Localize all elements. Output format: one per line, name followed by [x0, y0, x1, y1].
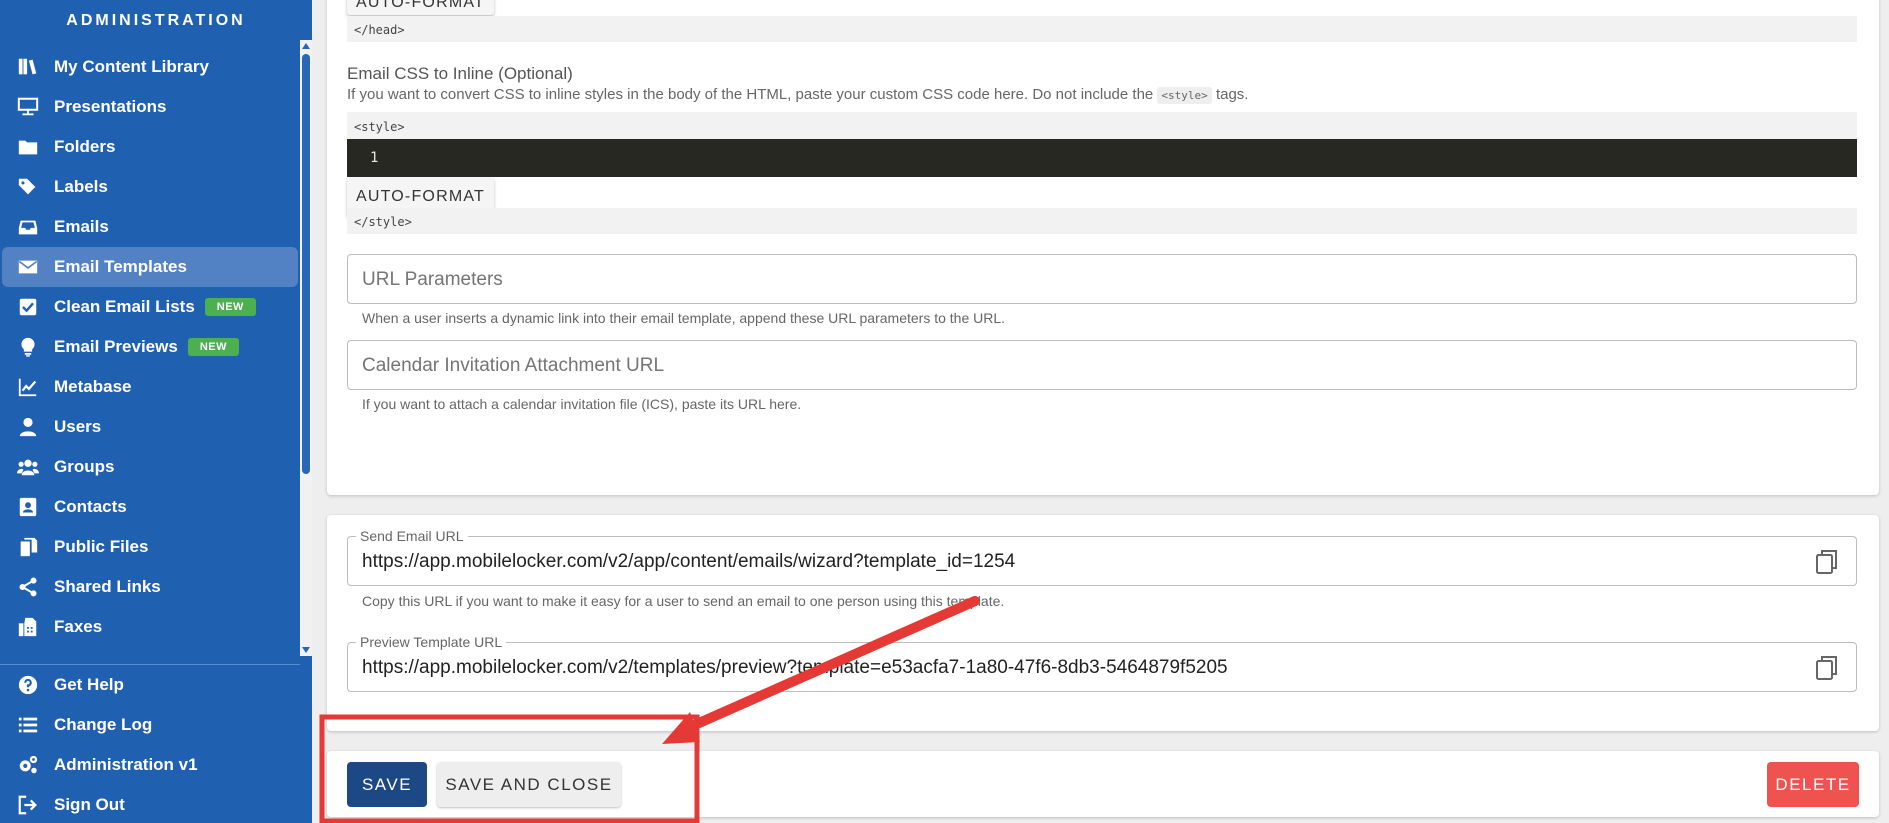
send-email-url-label: Send Email URL: [356, 528, 468, 544]
sidebar-item-email-templates[interactable]: Email Templates: [2, 247, 298, 287]
sidebar-item-label: Email Templates: [54, 257, 187, 276]
url-parameters-input[interactable]: URL Parameters: [347, 254, 1857, 304]
css-desc-text-after: tags.: [1215, 86, 1249, 103]
sign-out-icon: [14, 793, 42, 817]
sidebar-item-label: Contacts: [54, 497, 127, 516]
checkbox-icon: [14, 295, 42, 319]
sidebar-item-contacts[interactable]: Contacts: [2, 487, 298, 527]
main-content: AUTO-FORMAT </head> Email CSS to Inline …: [312, 0, 1889, 823]
preview-template-url-label: Preview Template URL: [356, 634, 507, 650]
preview-template-url-field[interactable]: Preview Template URL https://app.mobilel…: [347, 634, 1857, 692]
files-icon: [14, 535, 42, 559]
sidebar-item-faxes[interactable]: Faxes: [2, 607, 298, 647]
sidebar-header: ADMINISTRATION: [66, 12, 246, 29]
css-desc-code: <style>: [1157, 87, 1212, 104]
sidebar-item-groups[interactable]: Groups: [2, 447, 298, 487]
sidebar-item-label: Shared Links: [54, 577, 161, 596]
actions-bar: SAVE SAVE AND CLOSE DELETE: [327, 751, 1879, 817]
sidebar-item-label: Presentations: [54, 97, 167, 116]
send-email-url-field[interactable]: Send Email URL https://app.mobilelocker.…: [347, 528, 1857, 586]
send-email-url-value[interactable]: https://app.mobilelocker.com/v2/app/cont…: [362, 551, 1015, 573]
sidebar-item-label: Users: [54, 417, 102, 436]
tags-icon: [14, 175, 42, 199]
sidebar-item-my-content-library[interactable]: My Content Library: [2, 47, 298, 87]
sidebar-item-change-log[interactable]: Change Log: [2, 705, 298, 745]
sidebar-item-administration-v1[interactable]: Administration v1: [2, 745, 298, 785]
sidebar-item-get-help[interactable]: Get Help: [2, 665, 298, 705]
envelope-icon: [14, 255, 42, 279]
list-icon: [14, 713, 42, 737]
question-circle-icon: [14, 673, 42, 697]
users-icon: [14, 455, 42, 479]
presentation-icon: [14, 95, 42, 119]
css-code-editor[interactable]: 1: [347, 139, 1857, 177]
line-number: 1: [370, 150, 379, 166]
user-icon: [14, 415, 42, 439]
sidebar-item-sign-out[interactable]: Sign Out: [2, 785, 298, 823]
sidebar-item-label: Get Help: [54, 675, 124, 694]
calendar-url-input[interactable]: Calendar Invitation Attachment URL: [347, 340, 1857, 390]
calendar-url-hint: If you want to attach a calendar invitat…: [362, 396, 802, 412]
scroll-down-arrow-icon[interactable]: [302, 647, 310, 653]
sidebar-item-folders[interactable]: Folders: [2, 127, 298, 167]
sidebar-item-metabase[interactable]: Metabase: [2, 367, 298, 407]
sidebar-item-labels[interactable]: Labels: [2, 167, 298, 207]
sidebar-item-label: Public Files: [54, 537, 149, 556]
delete-button[interactable]: DELETE: [1767, 762, 1859, 807]
style-closing-tag: </style>: [347, 208, 1857, 234]
urls-card: Send Email URL https://app.mobilelocker.…: [327, 515, 1879, 731]
auto-format-head-button[interactable]: AUTO-FORMAT: [347, 0, 494, 15]
gears-icon: [14, 753, 42, 777]
sidebar-item-shared-links[interactable]: Shared Links: [2, 567, 298, 607]
style-opening-tag: <style>: [347, 112, 1857, 139]
css-section-title: Email CSS to Inline (Optional): [347, 64, 573, 83]
sidebar-scrollbar[interactable]: [300, 40, 312, 656]
copy-icon[interactable]: [1814, 548, 1842, 576]
template-code-card: AUTO-FORMAT </head> Email CSS to Inline …: [327, 0, 1879, 495]
contact-card-icon: [14, 495, 42, 519]
scroll-up-arrow-icon[interactable]: [302, 43, 310, 49]
css-section-desc: If you want to convert CSS to inline sty…: [347, 86, 1249, 104]
inbox-icon: [14, 215, 42, 239]
sidebar-item-email-previews[interactable]: Email Previews NEW: [2, 327, 298, 367]
folder-icon: [14, 135, 42, 159]
sidebar-nav: My Content Library Presentations Folders La…: [0, 47, 300, 647]
copy-icon[interactable]: [1814, 654, 1842, 682]
sidebar-item-emails[interactable]: Emails: [2, 207, 298, 247]
url-parameters-hint: When a user inserts a dynamic link into …: [362, 310, 1006, 326]
scrollbar-thumb[interactable]: [302, 54, 310, 474]
sidebar-item-label: Labels: [54, 177, 108, 196]
sidebar-bottom-nav: Get Help Change Log Administration v1 Sign …: [0, 665, 300, 823]
sidebar-item-label: Emails: [54, 217, 109, 236]
sidebar: ADMINISTRATION My Content Library Present…: [0, 0, 312, 823]
sidebar-item-users[interactable]: Users: [2, 407, 298, 447]
sidebar-item-presentations[interactable]: Presentations: [2, 87, 298, 127]
new-badge: NEW: [204, 298, 256, 316]
sidebar-item-label: Groups: [54, 457, 115, 476]
sidebar-item-label: Administration v1: [54, 755, 198, 774]
sidebar-item-label: Clean Email Lists: [54, 297, 195, 316]
sidebar-item-label: Folders: [54, 137, 116, 156]
sidebar-item-label: Change Log: [54, 715, 153, 734]
sidebar-item-label: Faxes: [54, 617, 103, 636]
save-and-close-button[interactable]: SAVE AND CLOSE: [437, 762, 621, 807]
sidebar-item-public-files[interactable]: Public Files: [2, 527, 298, 567]
head-closing-tag: </head>: [347, 16, 1857, 42]
books-icon: [14, 55, 42, 79]
share-icon: [14, 575, 42, 599]
new-badge: NEW: [187, 338, 239, 356]
sidebar-item-clean-email-lists[interactable]: Clean Email Lists NEW: [2, 287, 298, 327]
save-button[interactable]: SAVE: [347, 762, 427, 807]
sidebar-item-label: Sign Out: [54, 795, 125, 814]
fax-icon: [14, 615, 42, 639]
sidebar-item-label: My Content Library: [54, 57, 209, 76]
sidebar-item-label: Metabase: [54, 377, 132, 396]
lightbulb-icon: [14, 335, 42, 359]
css-desc-text: If you want to convert CSS to inline sty…: [347, 86, 1154, 103]
send-email-url-hint: Copy this URL if you want to make it eas…: [362, 593, 1005, 609]
chart-line-icon: [14, 375, 42, 399]
sidebar-item-label: Email Previews: [54, 337, 178, 356]
preview-template-url-value[interactable]: https://app.mobilelocker.com/v2/template…: [362, 657, 1228, 679]
